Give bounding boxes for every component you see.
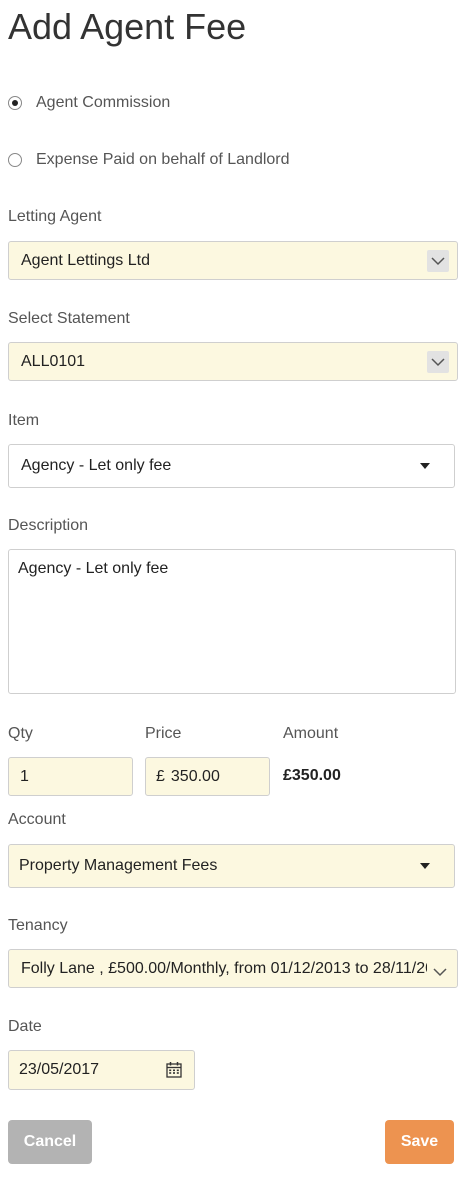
qty-input[interactable]: 1 [8,757,133,796]
price-input[interactable]: £ 350.00 [145,757,270,796]
description-textarea[interactable]: Agency - Let only fee [8,549,456,694]
tenancy-label: Tenancy [8,917,68,934]
account-label: Account [8,811,66,828]
cancel-button[interactable]: Cancel [8,1120,92,1164]
qty-label: Qty [8,725,33,742]
chevron-down-icon[interactable] [427,250,449,272]
account-select[interactable]: Property Management Fees [8,844,455,888]
radio-button-checked[interactable] [8,96,22,110]
item-label: Item [8,412,40,429]
date-label: Date [8,1018,42,1035]
description-label: Description [8,517,89,534]
radio-label: Expense Paid on behalf of Landlord [36,151,290,168]
statement-label: Select Statement [8,310,130,327]
radio-agent-commission[interactable]: Agent Commission [8,94,170,112]
amount-label: Amount [283,725,339,742]
date-value: 23/05/2017 [19,1061,100,1078]
statement-value: ALL0101 [21,352,86,370]
chevron-down-icon[interactable] [433,964,447,982]
statement-select[interactable]: ALL0101 [8,342,458,381]
letting-agent-label: Letting Agent [8,208,102,225]
letting-agent-value: Agent Lettings Ltd [21,251,150,269]
price-value: 350.00 [170,767,220,785]
save-button[interactable]: Save [385,1120,454,1164]
radio-expense-paid[interactable]: Expense Paid on behalf of Landlord [8,151,290,169]
account-value: Property Management Fees [19,857,218,874]
caret-down-icon [420,463,430,469]
page-title: Add Agent Fee [8,6,247,47]
tenancy-select[interactable]: Folly Lane , £500.00/Monthly, from 01/12… [8,949,458,988]
item-value: Agency - Let only fee [21,457,172,474]
date-input[interactable]: 23/05/2017 [8,1050,195,1090]
caret-down-icon [420,863,430,869]
item-select[interactable]: Agency - Let only fee [8,444,455,488]
currency-symbol: £ [156,767,165,785]
chevron-down-icon[interactable] [427,351,449,373]
amount-value: £350.00 [283,767,341,784]
letting-agent-select[interactable]: Agent Lettings Ltd [8,241,458,280]
radio-label: Agent Commission [36,94,171,111]
radio-button[interactable] [8,153,22,167]
qty-value: 1 [20,767,29,785]
price-label: Price [145,725,182,742]
tenancy-value: Folly Lane , £500.00/Monthly, from 01/12… [21,959,427,977]
calendar-icon[interactable] [166,1061,182,1083]
